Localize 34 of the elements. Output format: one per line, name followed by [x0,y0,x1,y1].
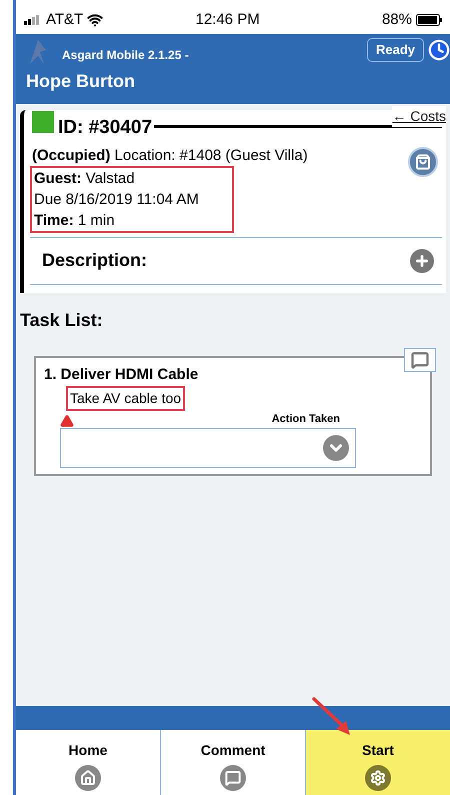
speech-bubble-icon [410,350,430,368]
action-taken-label: Action Taken [272,412,340,427]
detail-line: Due 8/16/2019 11:04 AM [33,190,200,210]
task-title: 1. Deliver HDMI Cable [44,364,200,384]
wifi-icon [87,12,104,28]
work-order-id: ID: #30407 [58,116,152,140]
task-note: Take AV cable too [68,388,184,409]
nav-tab[interactable]: Comment [160,730,305,795]
ready-button[interactable]: Ready [366,38,424,62]
battery-percentage: 88% [382,10,412,30]
add-button[interactable] [410,248,434,272]
description-label: Description: [42,249,148,272]
speech-bubble-icon [225,770,241,786]
detail-line: Time: 1 min [33,210,116,230]
detail-line: (Occupied) Location: #1408 (Guest Villa) [31,146,309,166]
signal-icon [24,15,42,25]
clock-icon[interactable] [428,38,450,61]
carrier-label: AT&T [46,10,84,30]
comment-button[interactable] [404,348,436,372]
user-name: Hope Burton [26,70,136,93]
plus-icon [414,252,430,268]
app-version: Asgard Mobile 2.1.25 - [62,47,189,64]
nav-tab[interactable]: Home [16,730,160,795]
nav-tab[interactable]: Start [305,730,450,795]
gear-icon [370,770,386,786]
action-taken-select[interactable] [60,428,356,468]
home-icon [80,770,96,786]
costs-link[interactable]: ← Costs [392,106,446,127]
clock-time: 12:46 PM [195,10,260,30]
detail-line: Guest: Valstad [33,168,136,188]
bag-button[interactable] [408,146,438,176]
task-list-heading: Task List: [20,308,104,332]
bag-icon [415,154,431,170]
battery-icon [416,14,442,26]
